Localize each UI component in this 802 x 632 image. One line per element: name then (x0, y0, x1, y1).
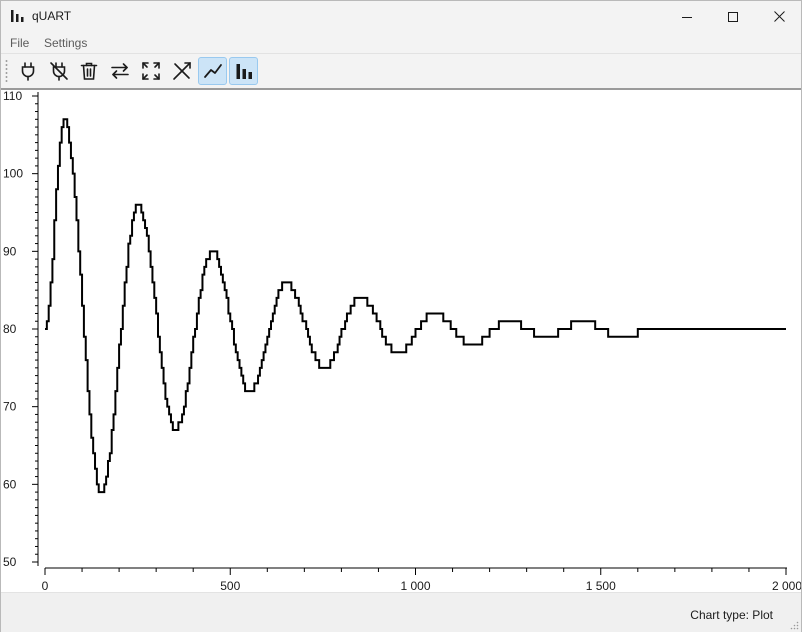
line-chart: 50 60 70 80 90 100 110 0 500 1 000 1 500 2 000 (3, 90, 801, 592)
line-chart-icon (203, 64, 222, 78)
autoscale-line-icon (172, 62, 191, 80)
autoscale-button[interactable] (167, 57, 196, 85)
bar-chart-icon (236, 64, 252, 79)
data-series-line-0 (45, 118, 786, 494)
title-bar[interactable]: qUART (1, 1, 801, 32)
plug-disconnect-icon (49, 62, 68, 81)
maximize-icon (728, 11, 738, 22)
app-window: qUART File Settings 50 60 70 80 90 100 1… (0, 0, 802, 632)
line-chart-button[interactable] (198, 57, 227, 85)
chart-type-status: Chart type: Plot (690, 608, 773, 622)
clear-button[interactable] (74, 57, 103, 85)
minimize-icon (682, 16, 692, 18)
swap-arrows-icon (110, 63, 129, 79)
y-tick-label: 100 (3, 167, 23, 181)
fullscreen-icon (141, 62, 160, 80)
toolbar (1, 53, 801, 88)
menu-settings[interactable]: Settings (44, 36, 87, 50)
x-tick-label: 1 000 (400, 579, 430, 592)
x-tick-label: 0 (42, 579, 49, 592)
minimize-button[interactable] (664, 1, 710, 32)
close-icon (773, 11, 785, 22)
trash-icon (80, 62, 97, 80)
status-bar: Chart type: Plot (1, 592, 801, 632)
bar-chart-icon (11, 10, 24, 22)
toolbar-grip[interactable] (5, 59, 8, 83)
disconnect-button[interactable] (44, 57, 73, 85)
swap-button[interactable] (105, 57, 134, 85)
resize-grip-icon[interactable] (789, 620, 799, 630)
chart-area[interactable]: 50 60 70 80 90 100 110 0 500 1 000 1 500 2 000 (1, 88, 801, 592)
fullscreen-button[interactable] (136, 57, 165, 85)
y-tick-label: 110 (3, 90, 22, 103)
bar-chart-button[interactable] (229, 57, 258, 85)
close-button[interactable] (756, 1, 802, 32)
connect-button[interactable] (13, 57, 42, 85)
menu-bar: File Settings (1, 32, 801, 53)
maximize-button[interactable] (710, 1, 756, 32)
x-tick-label: 500 (220, 579, 240, 592)
x-tick-label: 1 500 (586, 579, 616, 592)
menu-file[interactable]: File (10, 36, 29, 50)
y-tick-label: 90 (3, 244, 17, 258)
y-tick-label: 70 (3, 400, 17, 414)
y-tick-label: 80 (3, 322, 17, 336)
y-tick-label: 60 (3, 477, 17, 491)
x-tick-label: 2 000 (772, 579, 801, 592)
window-title: qUART (32, 9, 72, 23)
y-tick-label: 50 (3, 555, 17, 569)
plug-connect-icon (21, 62, 34, 81)
